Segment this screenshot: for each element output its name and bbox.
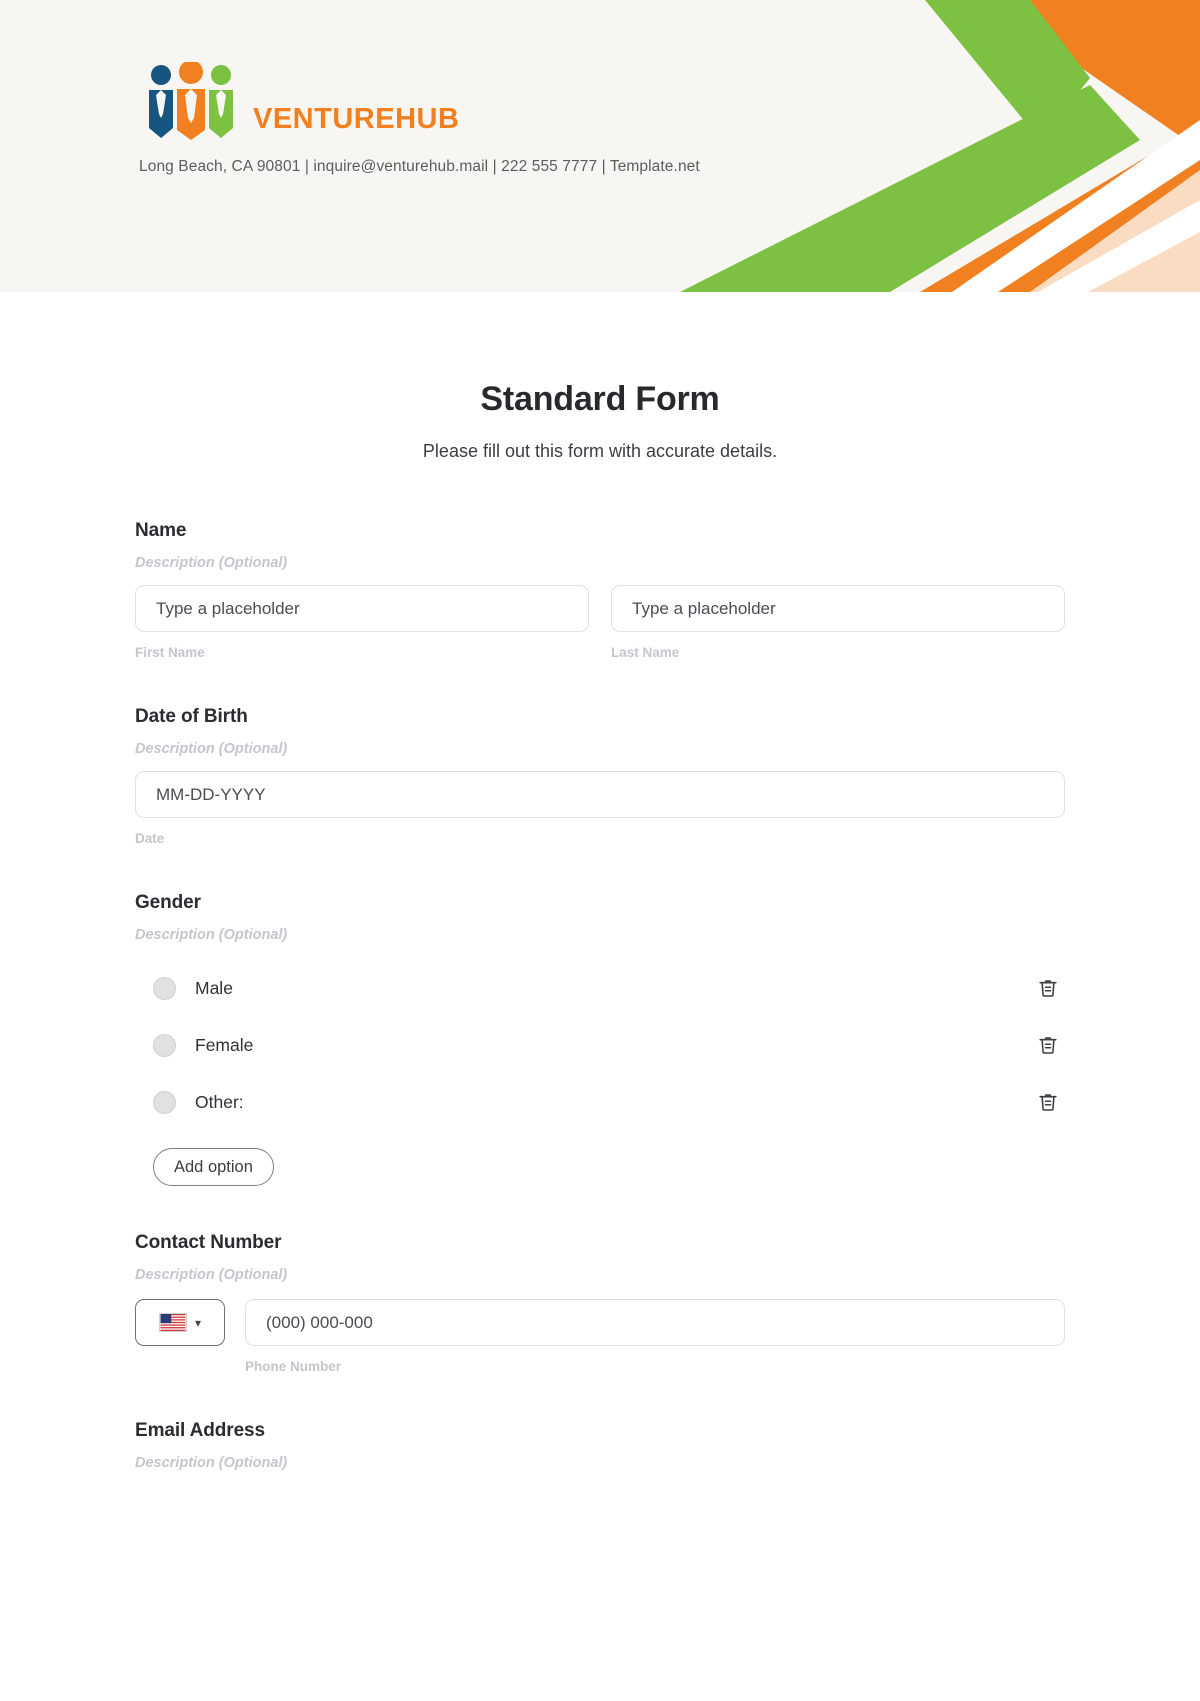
brand-name: VENTUREHUB xyxy=(253,105,459,140)
radio-button[interactable] xyxy=(153,977,176,1000)
field-label: Contact Number xyxy=(135,1232,1065,1254)
country-code-select[interactable]: ▾ xyxy=(135,1299,225,1346)
field-description: Description (Optional) xyxy=(135,1455,1065,1471)
field-contact-number: Contact Number Description (Optional) xyxy=(135,1232,1065,1374)
phone-number-input[interactable] xyxy=(245,1299,1065,1346)
first-name-input[interactable] xyxy=(135,585,589,632)
page-title: Standard Form xyxy=(135,380,1065,419)
radio-button[interactable] xyxy=(153,1034,176,1057)
page-header-banner: VENTUREHUB Long Beach, CA 90801 | inquir… xyxy=(0,0,1200,292)
gender-option-other[interactable]: Other: xyxy=(135,1083,1065,1121)
field-date-of-birth: Date of Birth Description (Optional) Dat… xyxy=(135,706,1065,846)
date-of-birth-input[interactable] xyxy=(135,771,1065,818)
gender-option-list: Male Female xyxy=(135,969,1065,1186)
option-label: Other: xyxy=(195,1092,1035,1113)
radio-button[interactable] xyxy=(153,1091,176,1114)
option-label: Male xyxy=(195,978,1035,999)
page-subtitle: Please fill out this form with accurate … xyxy=(135,441,1065,462)
add-option-button[interactable]: Add option xyxy=(153,1148,274,1186)
field-email-address: Email Address Description (Optional) xyxy=(135,1420,1065,1471)
field-label: Gender xyxy=(135,892,1065,914)
trash-icon[interactable] xyxy=(1035,1089,1061,1115)
gender-option-male[interactable]: Male xyxy=(135,969,1065,1007)
first-name-sub-label: First Name xyxy=(135,645,589,660)
field-label: Date of Birth xyxy=(135,706,1065,728)
date-sub-label: Date xyxy=(135,831,1065,846)
last-name-sub-label: Last Name xyxy=(611,645,1065,660)
brand-contact-line: Long Beach, CA 90801 | inquire@venturehu… xyxy=(139,158,700,176)
field-description: Description (Optional) xyxy=(135,555,1065,571)
form-container: Standard Form Please fill out this form … xyxy=(0,380,1200,1471)
field-name: Name Description (Optional) First Name L… xyxy=(135,520,1065,660)
phone-sub-label: Phone Number xyxy=(245,1359,1065,1374)
field-gender: Gender Description (Optional) Male Femal… xyxy=(135,892,1065,1186)
field-description: Description (Optional) xyxy=(135,1267,1065,1283)
field-description: Description (Optional) xyxy=(135,927,1065,943)
field-description: Description (Optional) xyxy=(135,741,1065,757)
option-label: Female xyxy=(195,1035,1035,1056)
trash-icon[interactable] xyxy=(1035,1032,1061,1058)
venturehub-logo-icon xyxy=(139,62,243,140)
brand-logo-block: VENTUREHUB Long Beach, CA 90801 | inquir… xyxy=(139,62,700,176)
chevron-down-icon: ▾ xyxy=(195,1317,201,1329)
trash-icon[interactable] xyxy=(1035,975,1061,1001)
gender-option-female[interactable]: Female xyxy=(135,1026,1065,1064)
last-name-input[interactable] xyxy=(611,585,1065,632)
field-label: Email Address xyxy=(135,1420,1065,1442)
field-label: Name xyxy=(135,520,1065,542)
us-flag-icon xyxy=(159,1313,187,1332)
